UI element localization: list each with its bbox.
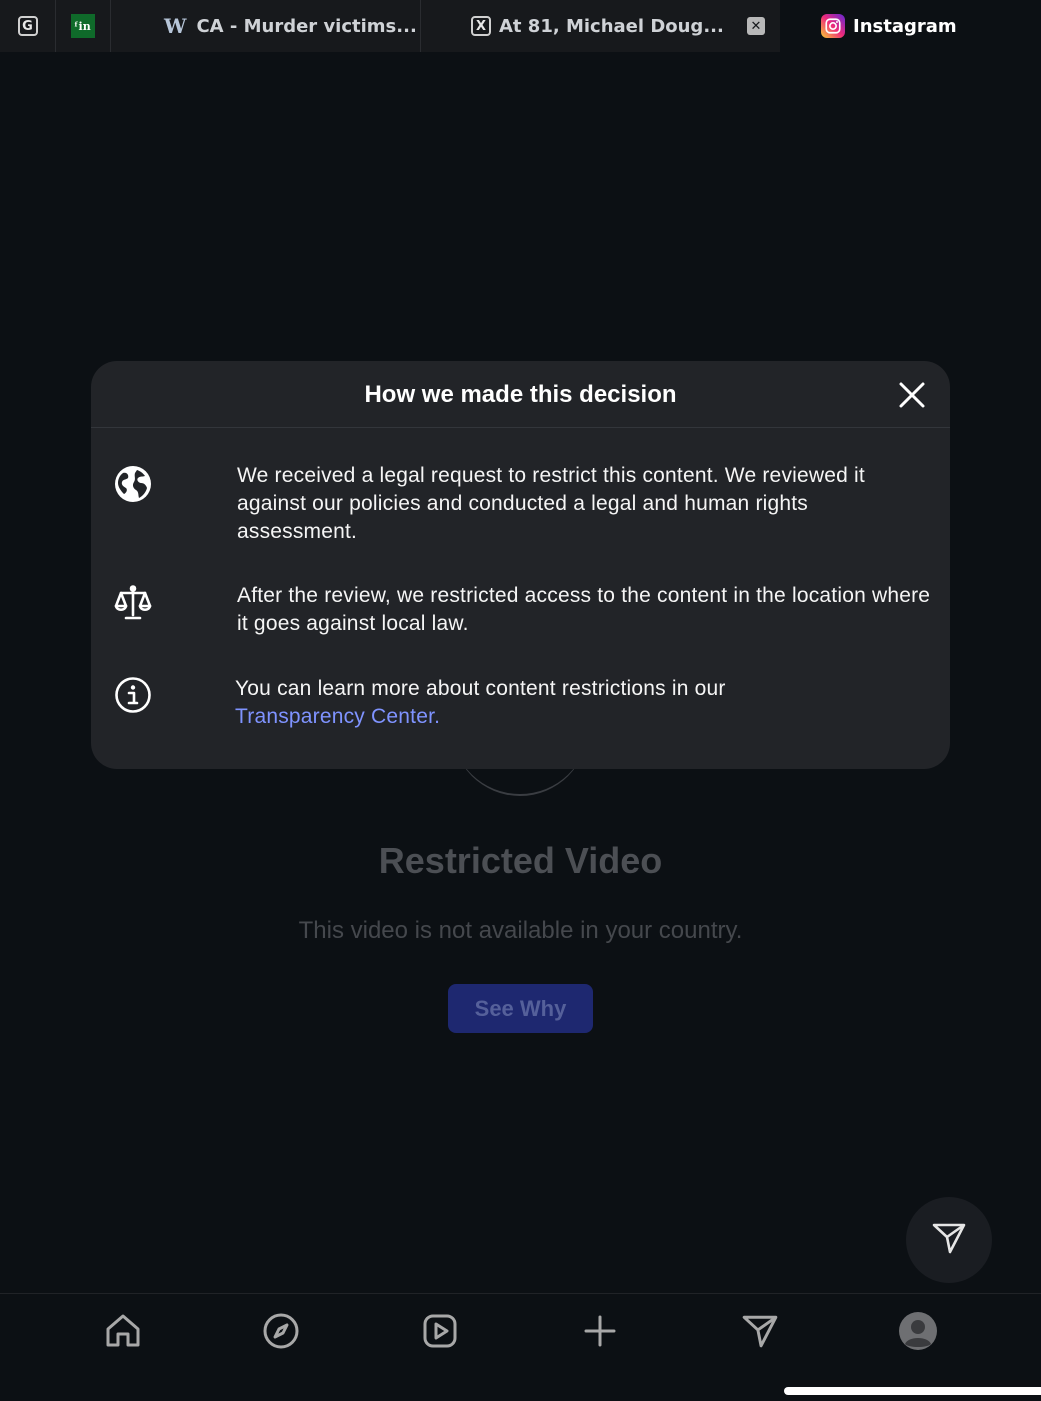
nav-profile[interactable]	[896, 1311, 940, 1355]
direct-icon	[931, 1220, 967, 1261]
see-why-button[interactable]: See Why	[448, 984, 593, 1033]
tab-murder-victims[interactable]: W CA - Murder victims...	[110, 0, 421, 52]
tab-instagram[interactable]: Instagram	[780, 0, 1041, 52]
decision-text: You can learn more about content restric…	[235, 675, 930, 731]
restricted-title: Restricted Video	[378, 840, 663, 881]
modal-title: How we made this decision	[364, 381, 677, 408]
tab-michael-douglas[interactable]: X At 81, Michael Doug...	[421, 0, 732, 52]
g-letter-icon: G	[17, 16, 38, 36]
tab-title: CA - Murder victims...	[196, 15, 417, 37]
decision-text: After the review, we restricted access t…	[237, 584, 931, 635]
nav-create[interactable]	[578, 1311, 622, 1355]
reels-icon	[421, 1312, 459, 1355]
bottom-navigation	[0, 1293, 1041, 1401]
tab-close-box[interactable]: ✕	[732, 0, 780, 52]
info-icon	[113, 675, 153, 715]
create-icon	[581, 1312, 619, 1355]
learn-more-text: You can learn more about content restric…	[235, 677, 726, 700]
nav-home[interactable]	[101, 1311, 145, 1355]
direct-icon	[741, 1312, 779, 1355]
home-icon	[104, 1312, 142, 1355]
instagram-icon	[821, 14, 845, 38]
close-box-icon: ✕	[747, 17, 765, 35]
transparency-center-link[interactable]: Transparency Center.	[235, 705, 440, 728]
decision-modal: How we made this decision We received a …	[91, 361, 950, 769]
profile-icon	[898, 1311, 938, 1356]
nav-reels[interactable]	[418, 1311, 462, 1355]
tab-google[interactable]: G	[0, 0, 56, 52]
home-indicator	[784, 1387, 1041, 1395]
explore-icon	[262, 1312, 300, 1355]
green-site-icon: ᶠin	[70, 14, 95, 38]
globe-icon	[113, 464, 153, 504]
modal-header: How we made this decision	[91, 361, 950, 428]
nav-direct[interactable]	[738, 1311, 782, 1355]
scales-icon	[113, 582, 153, 622]
tab-title: Instagram	[853, 15, 957, 37]
decision-text: We received a legal request to restrict …	[237, 464, 865, 543]
nav-explore[interactable]	[259, 1311, 303, 1355]
tab-title: At 81, Michael Doug...	[499, 15, 724, 37]
w-icon: W	[164, 14, 187, 38]
tab-green-site[interactable]: ᶠin	[55, 0, 111, 52]
browser-tab-bar: G ᶠin W CA - Murder victims... X At 81, …	[0, 0, 1041, 52]
x-icon: X	[471, 16, 491, 36]
floating-messages-button[interactable]	[906, 1197, 992, 1283]
close-icon[interactable]	[896, 379, 928, 411]
restricted-subtitle: This video is not available in your coun…	[298, 917, 743, 944]
